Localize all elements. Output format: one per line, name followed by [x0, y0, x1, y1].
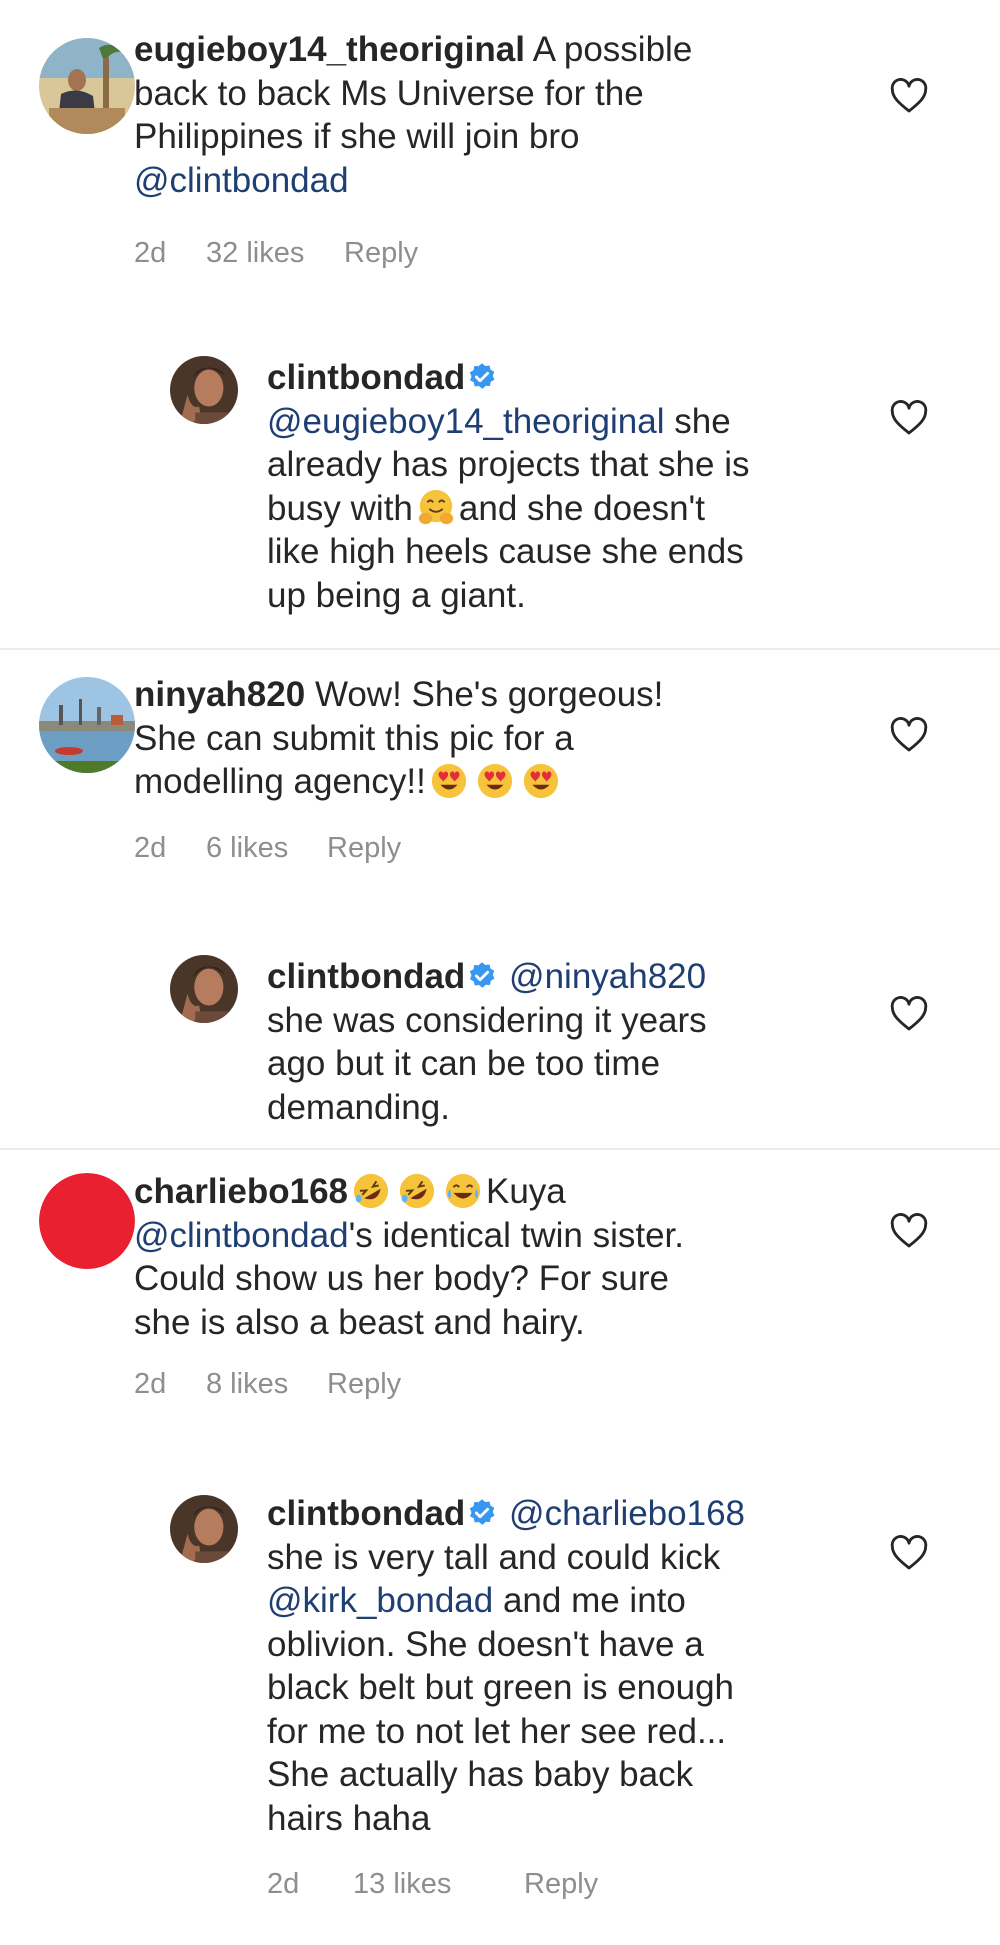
comment-text: like high heels cause she ends — [267, 532, 744, 571]
comment-text: back to back Ms Universe for the — [134, 73, 644, 113]
avatar-photo — [39, 1173, 135, 1269]
comment-text: She actually has baby back — [267, 1755, 694, 1794]
like-heart-icon[interactable] — [890, 1213, 928, 1249]
divider — [0, 1148, 1000, 1150]
comment-text: she — [674, 401, 731, 441]
comment-body: clintbondad @charliebo168 she is very ta… — [267, 1492, 827, 1840]
comment-text: Wow! She's gorgeous! — [314, 675, 664, 714]
comment-body: clintbondad @eugieboy14_theoriginal she … — [267, 356, 827, 617]
heart-eyes-icon — [430, 762, 468, 800]
comment-text: she is very tall and could kick — [267, 1537, 721, 1577]
avatar-photo — [170, 1495, 238, 1563]
comment-text: black belt but green is enough — [267, 1668, 734, 1707]
avatar-photo — [39, 677, 135, 773]
username[interactable]: charliebo168 — [134, 1172, 348, 1211]
like-heart-icon[interactable] — [890, 78, 928, 114]
timestamp: 2d — [267, 1868, 300, 1900]
reply-button[interactable]: Reply — [524, 1868, 598, 1901]
comment-text: oblivion. She doesn't have a — [267, 1624, 704, 1664]
timestamp: 2d — [134, 237, 167, 269]
mention-link[interactable]: @ninyah820 — [509, 957, 706, 996]
likes-count[interactable]: 13 likes — [353, 1868, 451, 1901]
comment-body: clintbondad @ninyah820 she was consideri… — [267, 955, 827, 1129]
timestamp: 2d — [134, 832, 167, 864]
mention-link[interactable]: @clintbondad — [134, 1216, 349, 1255]
comment-text: 's identical twin sister. — [348, 1215, 685, 1255]
comment-text: she was considering it years — [267, 1000, 707, 1040]
avatar-photo — [170, 356, 238, 424]
username[interactable]: eugieboy14_theoriginal — [134, 30, 525, 69]
reply-button[interactable]: Reply — [344, 237, 418, 270]
comment-text: Kuya — [486, 1172, 566, 1211]
avatar[interactable] — [39, 677, 135, 773]
avatar[interactable] — [39, 1173, 135, 1269]
comment-text: demanding. — [267, 1087, 450, 1127]
hugging-face-icon — [417, 489, 455, 527]
comment-text: She can submit this pic for a — [134, 718, 574, 758]
likes-count[interactable]: 6 likes — [206, 832, 288, 865]
like-heart-icon[interactable] — [890, 400, 928, 436]
likes-count[interactable]: 32 likes — [206, 237, 304, 270]
comment-body: eugieboy14_theoriginal A possible back t… — [134, 28, 694, 202]
rolling-laughing-icon — [398, 1172, 436, 1210]
avatar[interactable] — [170, 1495, 238, 1563]
tears-of-joy-icon — [444, 1172, 482, 1210]
mention-link[interactable]: @charliebo168 — [509, 1494, 745, 1533]
avatar[interactable] — [170, 356, 238, 424]
comment-text: she is also a beast and hairy. — [134, 1302, 585, 1342]
likes-count[interactable]: 8 likes — [206, 1368, 288, 1401]
comment-text: up being a giant. — [267, 575, 526, 615]
comment-text: and me into — [502, 1581, 686, 1620]
avatar-photo — [39, 38, 135, 134]
username[interactable]: clintbondad — [267, 1494, 465, 1533]
verified-badge-icon — [467, 961, 497, 991]
comment-text: Philippines if she will join bro — [134, 117, 580, 156]
mention-link[interactable]: @clintbondad — [134, 161, 349, 200]
comment-text: busy with — [267, 488, 413, 528]
username[interactable]: clintbondad — [267, 358, 465, 397]
heart-eyes-icon — [476, 762, 514, 800]
verified-badge-icon — [467, 362, 497, 392]
divider — [0, 648, 1000, 650]
comment-body: ninyah820 Wow! She's gorgeous! She can s… — [134, 673, 694, 804]
username[interactable]: ninyah820 — [134, 675, 305, 714]
avatar-photo — [170, 955, 238, 1023]
avatar[interactable] — [170, 955, 238, 1023]
comment-text: ago but it can be too time — [267, 1044, 661, 1083]
mention-link[interactable]: @eugieboy14_theoriginal — [267, 402, 665, 441]
verified-badge-icon — [467, 1498, 497, 1528]
comment-text: already has projects that she is — [267, 445, 750, 484]
comment-text: A possible — [532, 30, 693, 69]
comment-text: Could show us her body? For sure — [134, 1259, 669, 1298]
username[interactable]: clintbondad — [267, 957, 465, 996]
reply-button[interactable]: Reply — [327, 1368, 401, 1401]
rolling-laughing-icon — [352, 1172, 390, 1210]
mention-link[interactable]: @kirk_bondad — [267, 1581, 493, 1620]
avatar[interactable] — [39, 38, 135, 134]
comment-text: for me to not let her see red... — [267, 1711, 727, 1751]
reply-button[interactable]: Reply — [327, 832, 401, 865]
comment-text: modelling agency!! — [134, 762, 426, 801]
comment-text: and she doesn't — [458, 488, 705, 528]
comment-text: hairs haha — [267, 1798, 431, 1838]
comment-body: charliebo168 Kuya @clintbondad's identica… — [134, 1170, 694, 1344]
like-heart-icon[interactable] — [890, 717, 928, 753]
timestamp: 2d — [134, 1368, 167, 1400]
like-heart-icon[interactable] — [890, 1535, 928, 1571]
like-heart-icon[interactable] — [890, 996, 928, 1032]
heart-eyes-icon — [522, 762, 560, 800]
